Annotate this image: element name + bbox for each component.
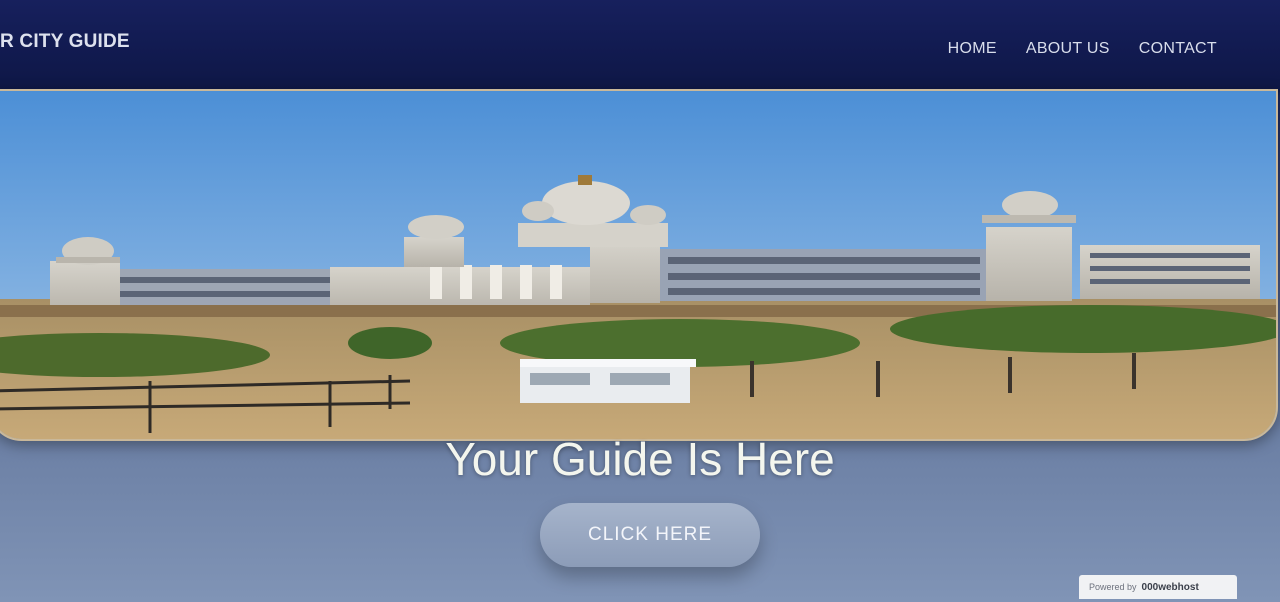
- page: R CITY GUIDE HOME ABOUT US CONTACT Your …: [0, 0, 1280, 602]
- building-photo: [0, 91, 1276, 439]
- hero-title: Your Guide Is Here: [445, 433, 835, 485]
- click-here-button[interactable]: CLICK HERE: [540, 503, 760, 567]
- hero-image: [0, 89, 1278, 441]
- nav-home-link[interactable]: HOME: [948, 40, 997, 58]
- nav-links: HOME ABOUT US CONTACT: [948, 40, 1217, 58]
- site-brand[interactable]: R CITY GUIDE: [0, 31, 130, 53]
- host-logo: 000webhost: [1141, 581, 1199, 593]
- nav-contact-link[interactable]: CONTACT: [1139, 40, 1217, 58]
- powered-by-text: Powered by: [1089, 582, 1137, 592]
- powered-by-badge[interactable]: Powered by 000webhost: [1079, 575, 1237, 599]
- top-navbar: R CITY GUIDE HOME ABOUT US CONTACT: [0, 0, 1280, 92]
- nav-about-link[interactable]: ABOUT US: [1026, 40, 1110, 58]
